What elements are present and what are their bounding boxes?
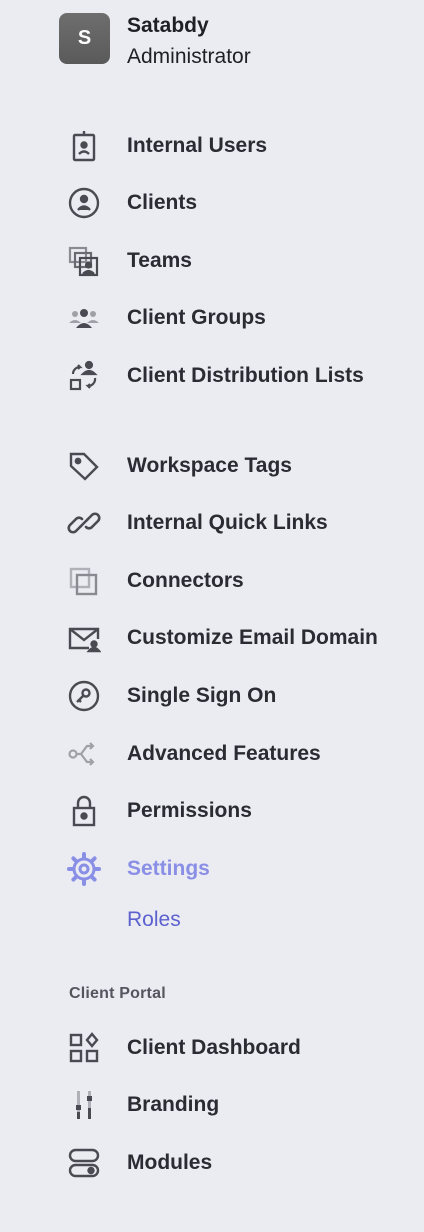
nav-label: Single Sign On: [127, 684, 277, 707]
nav-label: Internal Quick Links: [127, 511, 328, 534]
team-stack-icon: [66, 243, 102, 279]
profile[interactable]: S Satabdy Administrator: [59, 13, 419, 73]
avatar[interactable]: S: [59, 13, 110, 64]
nav-advanced-features[interactable]: Advanced Features: [66, 734, 416, 774]
nav-label: Clients: [127, 191, 198, 214]
nav-client-dashboard[interactable]: Client Dashboard: [66, 1028, 416, 1068]
nav-workspace-tags[interactable]: Workspace Tags: [66, 446, 416, 486]
dashboard-icon: [66, 1030, 102, 1066]
nav-label: Client Groups: [127, 306, 266, 329]
nav-label: Client Dashboard: [127, 1036, 301, 1059]
profile-role: Administrator: [127, 45, 251, 68]
key-circle-icon: [66, 678, 102, 714]
email-icon: [66, 620, 102, 656]
gear-icon: [66, 851, 102, 887]
nav-internal-quick-links[interactable]: Internal Quick Links: [66, 503, 416, 543]
connectors-icon: [66, 563, 102, 599]
nav-label: Settings: [127, 857, 210, 880]
distribution-list-icon: [66, 358, 102, 394]
nav-customize-email-domain[interactable]: Customize Email Domain: [66, 618, 416, 658]
nav-sub-roles[interactable]: Roles: [127, 908, 181, 932]
share-icon: [66, 736, 102, 772]
modules-toggle-icon: [66, 1145, 102, 1181]
nav-single-sign-on[interactable]: Single Sign On: [66, 676, 416, 716]
nav-label: Teams: [127, 249, 192, 272]
nav-label: Client Distribution Lists: [127, 364, 364, 387]
section-client-portal: Client Portal: [69, 985, 166, 1002]
nav-label: Advanced Features: [127, 742, 321, 765]
nav-client-distribution-lists[interactable]: Client Distribution Lists: [66, 356, 416, 396]
nav-label: Workspace Tags: [127, 454, 292, 477]
nav-label: Connectors: [127, 569, 244, 592]
people-group-icon: [66, 300, 102, 336]
nav-modules[interactable]: Modules: [66, 1143, 416, 1183]
profile-name: Satabdy: [127, 14, 209, 37]
id-badge-icon: [66, 128, 102, 164]
link-icon: [66, 505, 102, 541]
nav-label: Customize Email Domain: [127, 626, 378, 649]
nav-settings[interactable]: Settings: [66, 849, 416, 889]
nav-label: Branding: [127, 1093, 220, 1116]
nav-internal-users[interactable]: Internal Users: [66, 126, 416, 166]
tag-icon: [66, 448, 102, 484]
nav-label: Internal Users: [127, 134, 268, 157]
nav-teams[interactable]: Teams: [66, 241, 416, 281]
nav-permissions[interactable]: Permissions: [66, 791, 416, 831]
nav-clients[interactable]: Clients: [66, 183, 416, 223]
nav-branding[interactable]: Branding: [66, 1085, 416, 1125]
nav-client-groups[interactable]: Client Groups: [66, 298, 416, 338]
lock-icon: [66, 793, 102, 829]
nav-connectors[interactable]: Connectors: [66, 561, 416, 601]
nav-label: Permissions: [127, 799, 252, 822]
branding-sliders-icon: [66, 1087, 102, 1123]
nav-label: Modules: [127, 1151, 213, 1174]
user-circle-icon: [66, 185, 102, 221]
